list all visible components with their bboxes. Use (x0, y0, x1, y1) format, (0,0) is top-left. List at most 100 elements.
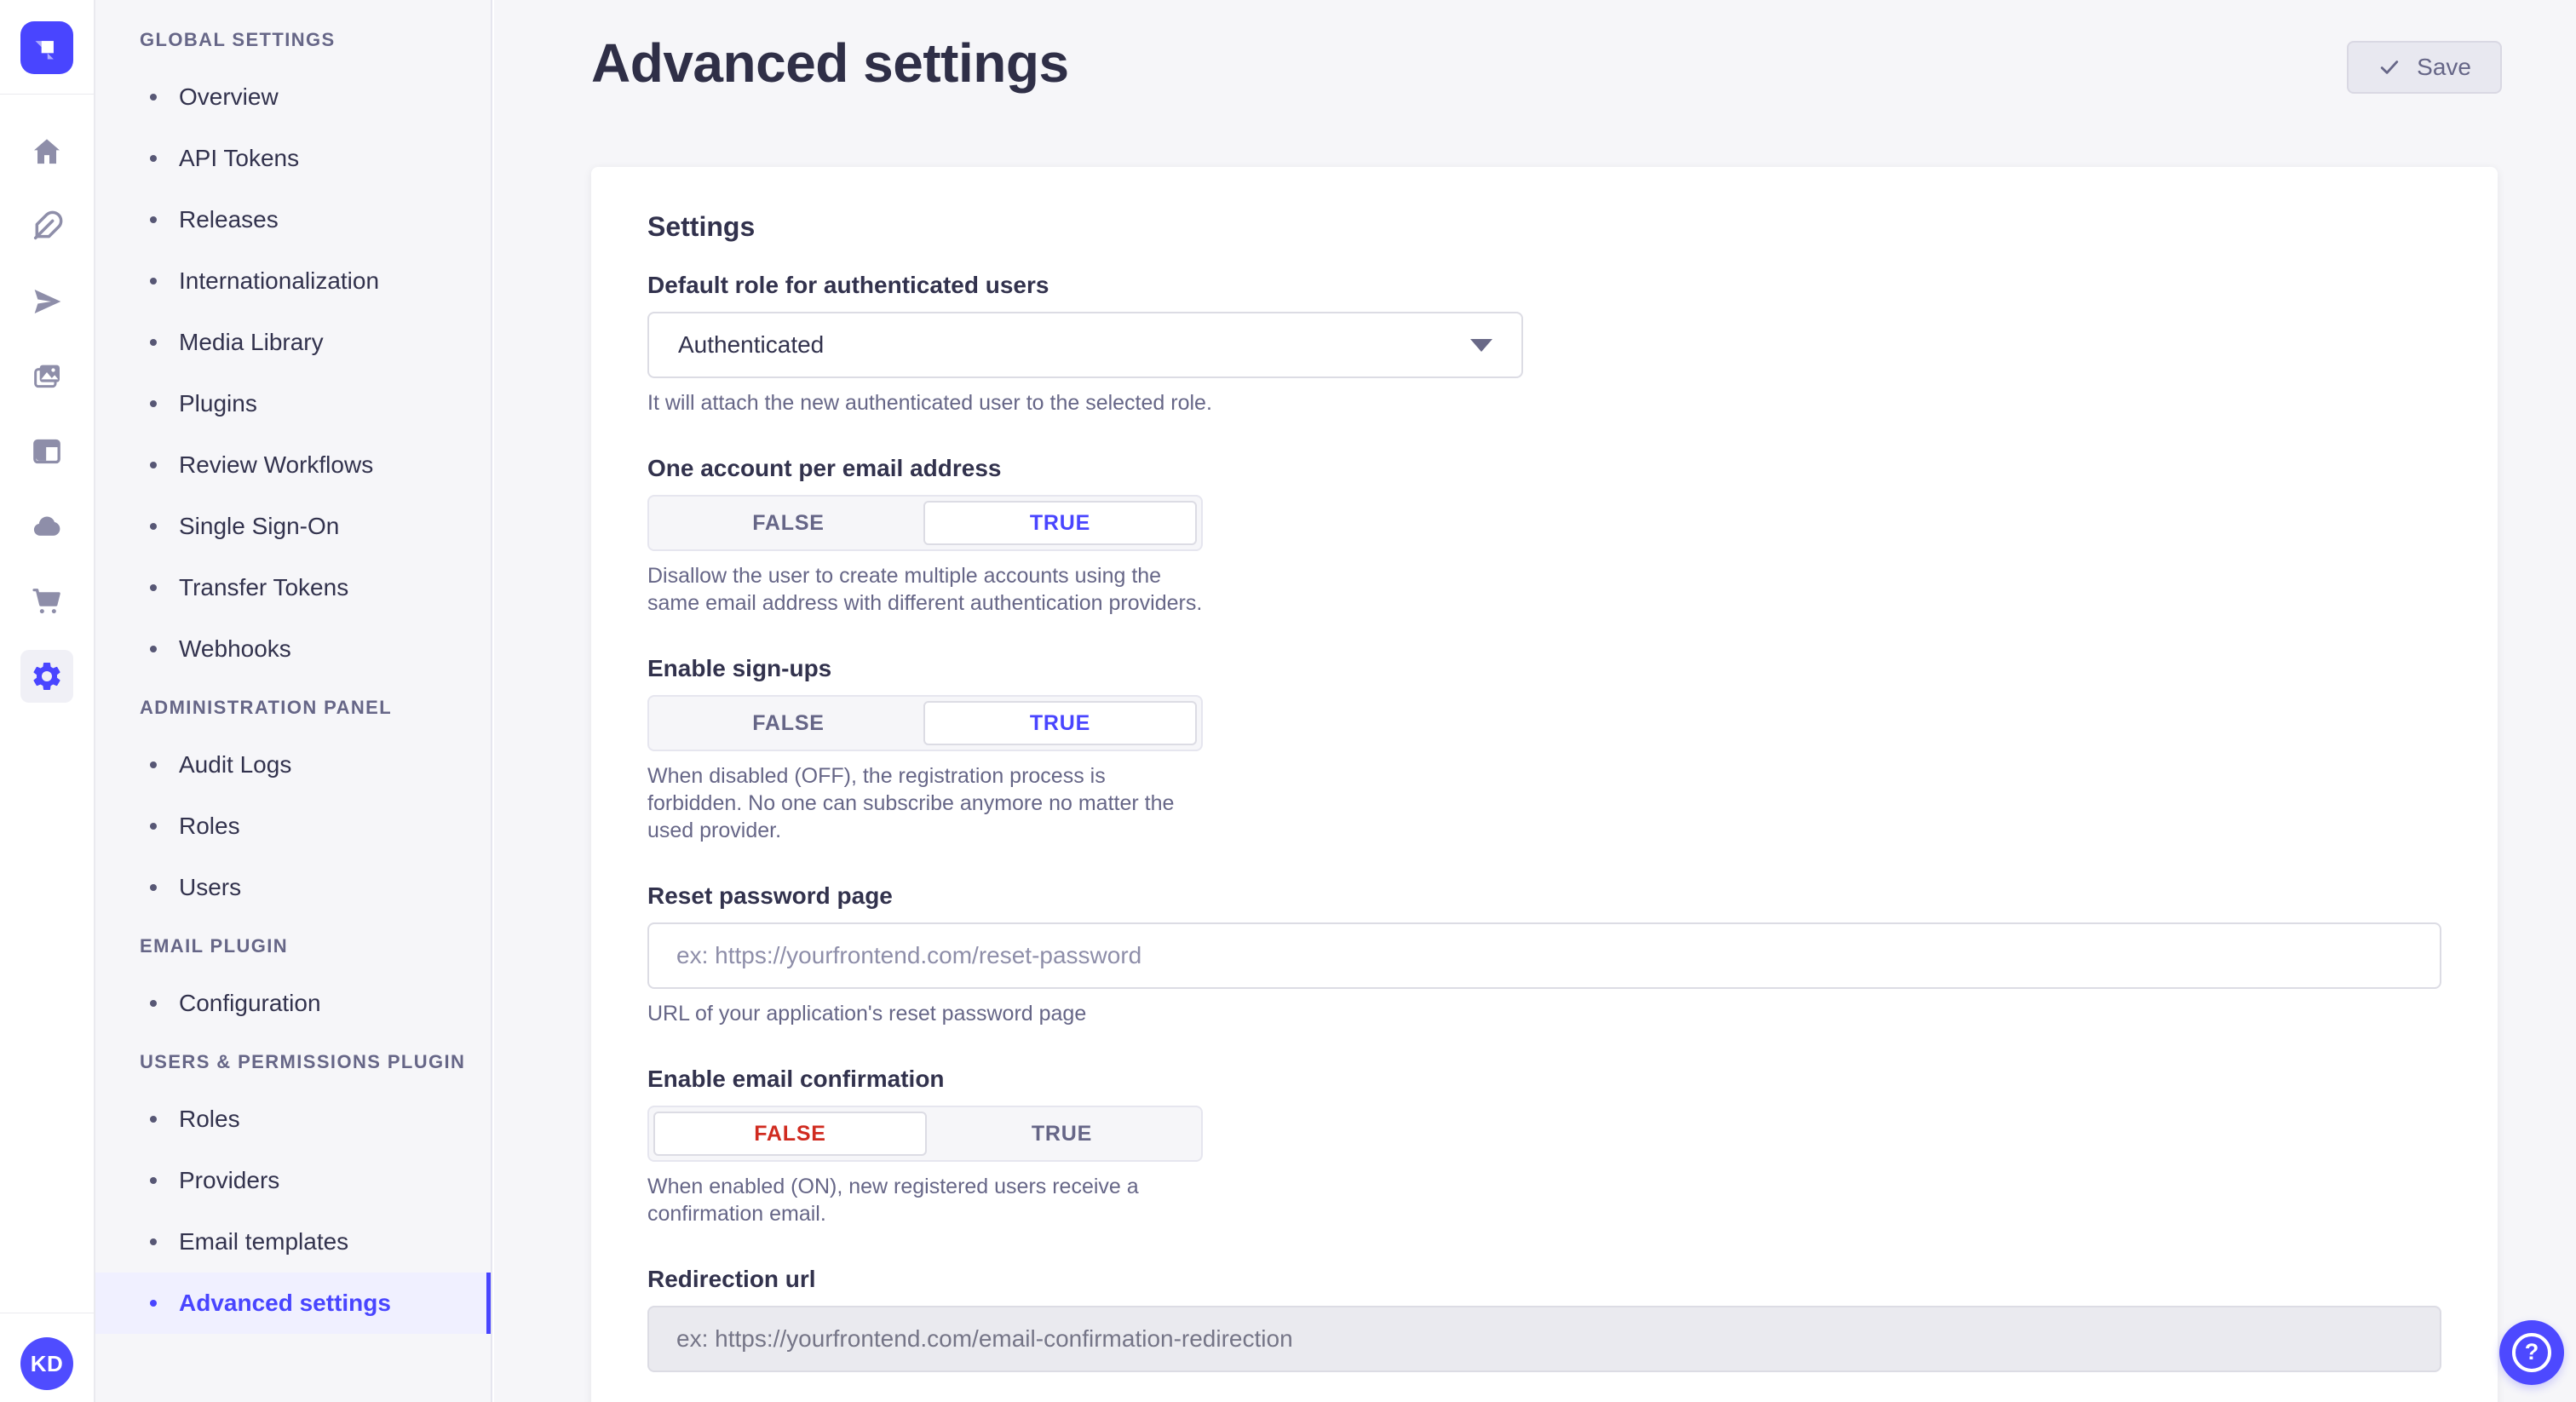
sidebar-item-users[interactable]: Users (95, 857, 491, 918)
bullet-icon (150, 339, 157, 346)
sidebar-item-label: Configuration (179, 990, 321, 1017)
strapi-logo[interactable] (20, 21, 73, 74)
sidebar-item-single-sign-on[interactable]: Single Sign-On (95, 496, 491, 557)
sidebar-item-label: Plugins (179, 390, 257, 417)
bullet-icon (150, 523, 157, 530)
sidebar-item-advanced-settings[interactable]: Advanced settings (95, 1273, 491, 1334)
feather-icon[interactable] (20, 200, 73, 253)
paper-plane-icon[interactable] (20, 275, 73, 328)
sidebar-item-label: Media Library (179, 329, 324, 356)
sidebar-item-label: Audit Logs (179, 751, 291, 779)
home-icon[interactable] (20, 125, 73, 178)
field-one-account: One account per email address FALSE TRUE… (647, 454, 2441, 617)
media-library-icon[interactable] (20, 350, 73, 403)
email-confirmation-label: Enable email confirmation (647, 1065, 2441, 1094)
sidebar-item-overview[interactable]: Overview (95, 66, 491, 128)
sidebar-item-releases[interactable]: Releases (95, 189, 491, 250)
default-role-value: Authenticated (678, 331, 824, 359)
email-confirmation-false-option[interactable]: FALSE (653, 1112, 927, 1156)
layout-icon[interactable] (20, 425, 73, 478)
enable-signups-label: Enable sign-ups (647, 654, 2441, 683)
gear-icon[interactable] (20, 650, 73, 703)
sidebar-item-configuration[interactable]: Configuration (95, 973, 491, 1034)
check-icon (2378, 55, 2401, 79)
sidebar-section-users-permissions-plugin: USERS & PERMISSIONS PLUGIN (95, 1034, 491, 1089)
enable-signups-true-option[interactable]: TRUE (923, 701, 1197, 745)
sidebar-section-administration-panel: ADMINISTRATION PANEL (95, 680, 491, 734)
sidebar-item-up-roles[interactable]: Roles (95, 1089, 491, 1150)
bullet-icon (150, 1177, 157, 1184)
sidebar-item-api-tokens[interactable]: API Tokens (95, 128, 491, 189)
save-button[interactable]: Save (2347, 41, 2502, 94)
sidebar-item-transfer-tokens[interactable]: Transfer Tokens (95, 557, 491, 618)
icon-rail: KD (0, 0, 95, 1402)
one-account-false-option[interactable]: FALSE (653, 501, 923, 545)
sidebar-item-label: Webhooks (179, 635, 291, 663)
reset-password-label: Reset password page (647, 882, 2441, 911)
sidebar-section-global-settings: GLOBAL SETTINGS (95, 12, 491, 66)
help-button[interactable]: ? (2499, 1320, 2564, 1385)
sidebar-item-audit-logs[interactable]: Audit Logs (95, 734, 491, 796)
strapi-logo-glyph (31, 32, 63, 64)
enable-signups-false-option[interactable]: FALSE (653, 701, 923, 745)
settings-section-title: Settings (647, 211, 2441, 242)
bullet-icon (150, 400, 157, 407)
sidebar-item-webhooks[interactable]: Webhooks (95, 618, 491, 680)
email-confirmation-hint: When enabled (ON), new registered users … (647, 1173, 1205, 1227)
sidebar-item-label: Releases (179, 206, 279, 233)
field-enable-signups: Enable sign-ups FALSE TRUE When disabled… (647, 654, 2441, 844)
sidebar-item-label: Roles (179, 813, 240, 840)
bullet-icon (150, 584, 157, 591)
main-content: Advanced settings Save Settings Default … (494, 0, 2576, 1402)
sidebar-item-media-library[interactable]: Media Library (95, 312, 491, 373)
one-account-hint: Disallow the user to create multiple acc… (647, 562, 1205, 617)
logo-container (0, 0, 94, 95)
cloud-icon[interactable] (20, 500, 73, 553)
email-confirmation-toggle[interactable]: FALSE TRUE (647, 1106, 1203, 1162)
paper-plane-glyph (30, 284, 64, 319)
bullet-icon (150, 1300, 157, 1307)
bullet-icon (150, 1238, 157, 1245)
rail-nav (20, 95, 73, 703)
reset-password-hint: URL of your application's reset password… (647, 1000, 2441, 1027)
feather-glyph (30, 210, 64, 244)
sidebar-item-admin-roles[interactable]: Roles (95, 796, 491, 857)
reset-password-input[interactable] (647, 922, 2441, 989)
sidebar-item-label: Roles (179, 1106, 240, 1133)
sidebar-item-label: Transfer Tokens (179, 574, 348, 601)
sidebar-item-label: Single Sign-On (179, 513, 339, 540)
field-redirection-url: Redirection url (647, 1265, 2441, 1372)
sidebar-item-plugins[interactable]: Plugins (95, 373, 491, 434)
one-account-toggle[interactable]: FALSE TRUE (647, 495, 1203, 551)
sidebar-item-label: Users (179, 874, 241, 901)
sidebar-item-internationalization[interactable]: Internationalization (95, 250, 491, 312)
sidebar-section-email-plugin: EMAIL PLUGIN (95, 918, 491, 973)
redirection-url-label: Redirection url (647, 1265, 2441, 1294)
one-account-true-option[interactable]: TRUE (923, 501, 1197, 545)
save-button-label: Save (2417, 54, 2471, 81)
sidebar-item-email-templates[interactable]: Email templates (95, 1211, 491, 1273)
redirection-url-input (647, 1306, 2441, 1372)
page-header: Advanced settings Save (494, 0, 2576, 95)
sidebar-item-providers[interactable]: Providers (95, 1150, 491, 1211)
cart-glyph (30, 584, 64, 618)
avatar[interactable]: KD (20, 1337, 73, 1390)
bullet-icon (150, 462, 157, 468)
gear-glyph (30, 659, 64, 693)
cart-icon[interactable] (20, 575, 73, 628)
page-title: Advanced settings (591, 31, 1069, 95)
sidebar-item-label: Review Workflows (179, 451, 373, 479)
email-confirmation-true-option[interactable]: TRUE (927, 1112, 1197, 1156)
sidebar-item-label: Advanced settings (179, 1290, 391, 1317)
enable-signups-hint: When disabled (OFF), the registration pr… (647, 762, 1205, 844)
bullet-icon (150, 823, 157, 830)
field-default-role: Default role for authenticated users Aut… (647, 271, 2441, 417)
layout-glyph (30, 434, 64, 468)
default-role-select[interactable]: Authenticated (647, 312, 1523, 378)
settings-card: Settings Default role for authenticated … (591, 167, 2498, 1402)
settings-sidebar: GLOBAL SETTINGS Overview API Tokens Rele… (95, 0, 492, 1402)
bullet-icon (150, 278, 157, 284)
enable-signups-toggle[interactable]: FALSE TRUE (647, 695, 1203, 751)
media-library-glyph (30, 359, 64, 394)
sidebar-item-review-workflows[interactable]: Review Workflows (95, 434, 491, 496)
